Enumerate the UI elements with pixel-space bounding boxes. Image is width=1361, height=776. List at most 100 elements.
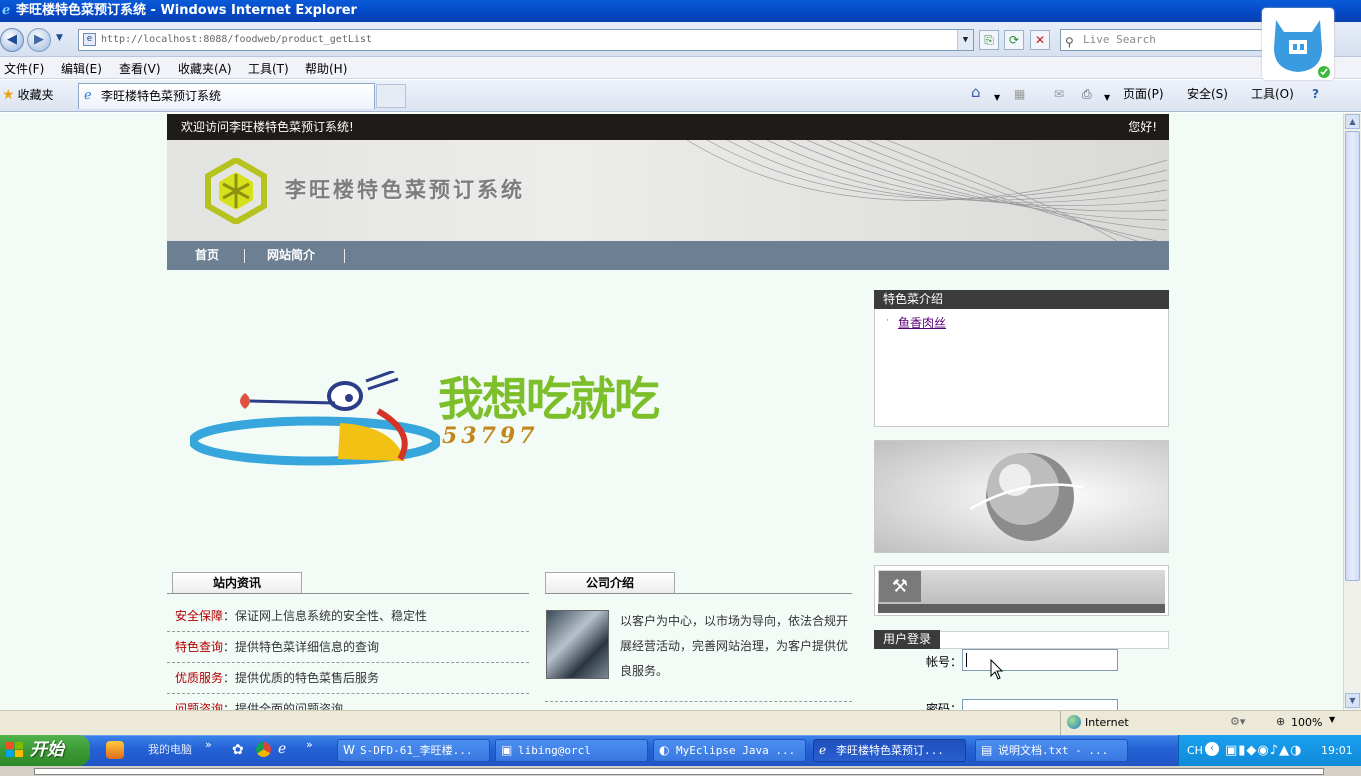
qq-floating-widget[interactable]	[1262, 8, 1334, 80]
baidu-icon[interactable]: ✿	[232, 742, 244, 758]
forward-button[interactable]: ▶	[27, 28, 51, 52]
history-dropdown-icon[interactable]: ▼	[56, 33, 63, 43]
my-computer-label[interactable]: 我的电脑	[148, 741, 192, 757]
vertical-scrollbar[interactable]: ▲ ▼	[1343, 113, 1361, 710]
menu-tools[interactable]: 工具(T)	[248, 60, 289, 77]
search-input[interactable]: ⚲ Live Search	[1060, 29, 1270, 51]
refresh-button[interactable]: ⟳	[1004, 30, 1024, 50]
account-label: 帐号：	[926, 655, 963, 669]
ie-task-icon: ℯ	[819, 743, 827, 757]
news-item[interactable]: 安全保障：保证网上信息系统的安全性、稳定性	[167, 601, 529, 632]
status-bar: Internet ⚙▾ ⊕ 100% ▼	[0, 710, 1361, 735]
tools-menu[interactable]: 工具(O)	[1251, 86, 1294, 102]
scroll-thumb[interactable]	[1345, 131, 1360, 581]
news-item-text: 提供特色菜详细信息的查询	[235, 640, 380, 654]
news-item-text: 保证网上信息系统的安全性、稳定性	[235, 609, 428, 623]
compat-view-button[interactable]: ⎘	[979, 30, 999, 50]
news-colon: ：	[223, 640, 236, 654]
news-item-key: 安全保障	[175, 609, 224, 623]
account-input[interactable]	[962, 649, 1118, 671]
taskbar-item-label: libing@orcl	[518, 744, 591, 757]
forward-arrow-icon: ▶	[34, 32, 44, 47]
favorites-button[interactable]: ★ 收藏夹	[2, 86, 54, 104]
page-menu[interactable]: 页面(P)	[1123, 86, 1164, 102]
bird-mascot-graphic	[190, 371, 440, 466]
nav-separator	[244, 249, 245, 263]
zoom-level[interactable]: 100%	[1291, 716, 1322, 729]
specialty-title: 特色菜介绍	[874, 290, 1169, 309]
clock[interactable]: 19:01	[1321, 735, 1353, 766]
taskbar-item[interactable]: W S-DFD-61_李旺楼...	[337, 739, 490, 762]
taskbar-item-active[interactable]: ℯ 李旺楼特色菜预订...	[813, 739, 966, 762]
protected-mode-icon[interactable]: ⚙▾	[1230, 715, 1245, 728]
specialty-link[interactable]: 鱼香肉丝	[898, 314, 946, 331]
taskbar-item[interactable]: ▤ 说明文档.txt - ...	[975, 739, 1128, 762]
home-icon[interactable]: ⌂	[971, 84, 981, 100]
news-underline	[167, 593, 529, 594]
mail-icon[interactable]: ✉	[1054, 86, 1064, 102]
chevron-icon[interactable]: »	[306, 738, 313, 751]
print-icon[interactable]: ⎙	[1082, 86, 1092, 102]
specialty-box	[874, 290, 1169, 427]
menu-view[interactable]: 查看(V)	[119, 60, 161, 77]
media-progress-bar[interactable]	[34, 768, 1324, 775]
refresh-icon: ⟳	[1008, 33, 1020, 47]
safety-menu[interactable]: 安全(S)	[1187, 86, 1228, 102]
internet-globe-icon	[1067, 715, 1081, 729]
zoom-dropdown-icon[interactable]: ▼	[1329, 715, 1335, 724]
favorites-label: 收藏夹	[17, 88, 54, 102]
tool-box: ⚒	[874, 565, 1169, 616]
tool-box-inner	[878, 570, 1165, 606]
news-item[interactable]: 问题咨询：提供全面的问题咨询	[167, 694, 529, 710]
taskbar-item-label: 李旺楼特色菜预订...	[836, 744, 944, 757]
word-icon: W	[343, 743, 355, 757]
news-item[interactable]: 优质服务：提供优质的特色菜售后服务	[167, 663, 529, 694]
home-dropdown-icon[interactable]: ▼	[994, 90, 1000, 106]
quicklaunch-app-icon[interactable]	[106, 741, 124, 759]
news-section-title: 站内资讯	[172, 572, 302, 594]
menu-help[interactable]: 帮助(H)	[305, 60, 347, 77]
menu-favorites[interactable]: 收藏夹(A)	[178, 60, 232, 77]
tray-expand-icon[interactable]: ‹	[1205, 742, 1219, 756]
language-indicator[interactable]: CH	[1187, 735, 1203, 766]
menu-file[interactable]: 文件(F)	[4, 60, 44, 77]
news-colon: ：	[223, 609, 236, 623]
promo-slogan-text: 我想吃就吃	[438, 372, 660, 426]
chrome-icon[interactable]	[256, 742, 271, 757]
tab-active[interactable]: ℯ 李旺楼特色菜预订系统	[78, 83, 375, 109]
tray-icons[interactable]: ▣▮◆◉♪▲◑	[1225, 735, 1302, 766]
help-icon[interactable]: ?	[1312, 86, 1319, 102]
window-title: 李旺楼特色菜预订系统 - Windows Internet Explorer	[16, 3, 357, 18]
taskbar-item[interactable]: ◐ MyEclipse Java ...	[653, 739, 806, 762]
new-tab-button[interactable]	[376, 84, 406, 108]
taskbar-item-label: 说明文档.txt - ...	[998, 744, 1109, 757]
eclipse-icon: ◐	[659, 743, 670, 757]
start-button[interactable]: 开始	[0, 735, 90, 766]
address-field[interactable]: e http://localhost:8088/foodweb/product_…	[78, 29, 974, 51]
site-logo-icon	[205, 158, 267, 224]
chevron-icon[interactable]: »	[205, 738, 212, 751]
ie-quicklaunch-icon[interactable]: ℯ	[278, 741, 286, 757]
news-item-key: 优质服务	[175, 671, 224, 685]
taskbar-item[interactable]: ▣ libing@orcl	[495, 739, 648, 762]
tool-box-bar	[878, 604, 1165, 613]
feeds-icon[interactable]: ▦	[1014, 86, 1025, 102]
back-button[interactable]: ◀	[0, 28, 24, 52]
bullet-icon: ·	[886, 316, 889, 326]
company-divider	[545, 701, 852, 702]
scroll-down-icon[interactable]: ▼	[1345, 693, 1360, 708]
compat-icon: ⎘	[984, 33, 994, 47]
windows-flag-icon	[6, 742, 23, 757]
page-icon: e	[83, 33, 96, 46]
news-item-key: 问题咨询	[175, 702, 224, 710]
nav-home[interactable]: 首页	[195, 241, 219, 270]
menu-edit[interactable]: 编辑(E)	[61, 60, 102, 77]
password-input[interactable]	[962, 699, 1118, 710]
site-name: 李旺楼特色菜预订系统	[285, 178, 525, 202]
news-item[interactable]: 特色查询：提供特色菜详细信息的查询	[167, 632, 529, 663]
address-dropdown-icon[interactable]: ▼	[957, 30, 973, 50]
print-dropdown-icon[interactable]: ▼	[1104, 90, 1110, 106]
stop-button[interactable]: ✕	[1030, 30, 1050, 50]
scroll-up-icon[interactable]: ▲	[1345, 114, 1360, 129]
nav-about[interactable]: 网站简介	[267, 241, 315, 270]
